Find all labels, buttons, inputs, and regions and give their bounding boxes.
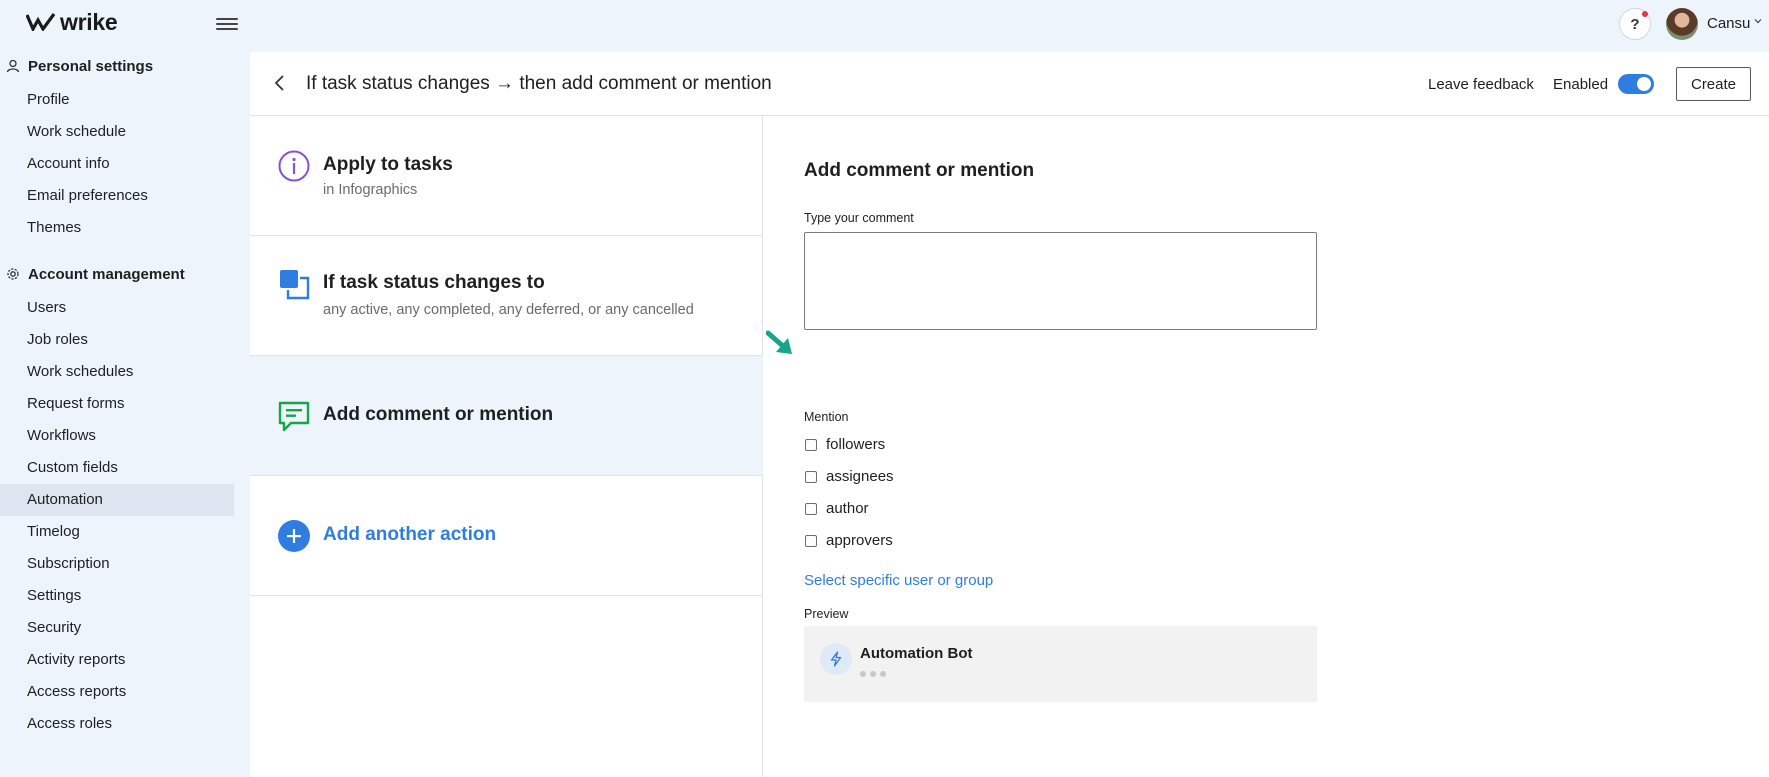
sidebar-item-automation[interactable]: Automation bbox=[0, 484, 234, 516]
sidebar-item-account-info[interactable]: Account info bbox=[0, 148, 234, 180]
detail-title: Add comment or mention bbox=[804, 160, 1035, 181]
sidebar: Personal settings Profile Work schedule … bbox=[0, 52, 250, 777]
page-header: If task status changes → then add commen… bbox=[250, 52, 1769, 116]
sidebar-item-settings[interactable]: Settings bbox=[0, 580, 234, 612]
sidebar-item-access-roles[interactable]: Access roles bbox=[0, 708, 234, 740]
sidebar-item-activity-reports[interactable]: Activity reports bbox=[0, 644, 234, 676]
status-change-icon bbox=[280, 270, 310, 300]
sidebar-item-timelog[interactable]: Timelog bbox=[0, 516, 234, 548]
checkbox[interactable] bbox=[805, 534, 817, 547]
help-button[interactable]: ? bbox=[1619, 8, 1651, 40]
personal-settings-label: Personal settings bbox=[28, 58, 154, 75]
checkbox[interactable] bbox=[805, 438, 817, 451]
sidebar-item-themes[interactable]: Themes bbox=[0, 212, 234, 244]
info-icon bbox=[278, 150, 310, 182]
automation-steps: Apply to tasks in Infographics If task s… bbox=[250, 116, 763, 777]
plus-circle-icon bbox=[278, 520, 310, 552]
add-another-action-button[interactable]: Add another action bbox=[250, 476, 763, 596]
step-subtitle: in Infographics bbox=[323, 182, 418, 198]
user-icon bbox=[6, 59, 22, 75]
arrow-pointer-icon bbox=[766, 330, 792, 354]
mention-followers-checkbox[interactable]: followers bbox=[804, 436, 885, 453]
step-title: Add another action bbox=[323, 524, 497, 545]
top-bar: wrike ? Cansu bbox=[0, 0, 1769, 52]
chevron-down-icon[interactable] bbox=[1754, 17, 1762, 25]
leave-feedback-link[interactable]: Leave feedback bbox=[1428, 76, 1534, 93]
typing-indicator bbox=[860, 671, 890, 677]
gear-icon bbox=[6, 267, 22, 283]
comment-preview: Automation Bot bbox=[804, 626, 1317, 702]
comment-label: Type your comment bbox=[804, 211, 914, 225]
mention-approvers-checkbox[interactable]: approvers bbox=[804, 532, 893, 549]
user-name[interactable]: Cansu bbox=[1707, 15, 1750, 32]
bot-name: Automation Bot bbox=[860, 645, 973, 662]
enabled-label: Enabled bbox=[1553, 76, 1609, 93]
action-detail-panel: Add comment or mention Type your comment… bbox=[764, 116, 1769, 777]
sidebar-item-email-preferences[interactable]: Email preferences bbox=[0, 180, 234, 212]
avatar[interactable] bbox=[1666, 8, 1698, 40]
checkbox[interactable] bbox=[805, 470, 817, 483]
sidebar-item-workflows[interactable]: Workflows bbox=[0, 420, 234, 452]
wrike-logo[interactable]: wrike bbox=[26, 8, 118, 35]
toggle-knob bbox=[1637, 77, 1651, 91]
back-arrow-icon[interactable] bbox=[272, 74, 288, 92]
sidebar-item-profile[interactable]: Profile bbox=[0, 84, 234, 116]
checkbox-label: assignees bbox=[826, 468, 894, 485]
step-apply-to-tasks[interactable]: Apply to tasks in Infographics bbox=[250, 116, 763, 236]
step-title: If task status changes to bbox=[323, 272, 545, 293]
checkbox[interactable] bbox=[805, 502, 817, 515]
sidebar-item-security[interactable]: Security bbox=[0, 612, 234, 644]
comment-icon bbox=[278, 401, 310, 432]
preview-label: Preview bbox=[804, 607, 849, 621]
account-management-label: Account management bbox=[28, 266, 185, 283]
step-trigger-status-change[interactable]: If task status changes to any active, an… bbox=[250, 236, 763, 356]
checkbox-label: approvers bbox=[826, 532, 893, 549]
page-title: If task status changes → then add commen… bbox=[306, 73, 772, 94]
create-button[interactable]: Create bbox=[1676, 67, 1751, 101]
checkbox-label: followers bbox=[826, 436, 886, 453]
sidebar-item-work-schedules[interactable]: Work schedules bbox=[0, 356, 234, 388]
select-user-or-group-link[interactable]: Select specific user or group bbox=[804, 572, 993, 589]
step-title: Add comment or mention bbox=[323, 404, 554, 425]
comment-textarea[interactable] bbox=[804, 232, 1317, 330]
sidebar-item-custom-fields[interactable]: Custom fields bbox=[0, 452, 234, 484]
sidebar-item-access-reports[interactable]: Access reports bbox=[0, 676, 234, 708]
enabled-toggle[interactable] bbox=[1618, 74, 1654, 94]
sidebar-item-request-forms[interactable]: Request forms bbox=[0, 388, 234, 420]
menu-toggle-icon[interactable] bbox=[216, 15, 238, 33]
lightning-icon bbox=[830, 651, 842, 667]
wrike-check-icon bbox=[26, 13, 56, 31]
mention-label: Mention bbox=[804, 410, 849, 424]
sidebar-item-job-roles[interactable]: Job roles bbox=[0, 324, 234, 356]
step-add-comment[interactable]: Add comment or mention bbox=[250, 356, 763, 476]
logo-text: wrike bbox=[60, 8, 118, 35]
mention-assignees-checkbox[interactable]: assignees bbox=[804, 468, 894, 485]
sidebar-item-users[interactable]: Users bbox=[0, 292, 234, 324]
sidebar-item-subscription[interactable]: Subscription bbox=[0, 548, 234, 580]
account-management-heading: Account management bbox=[6, 266, 185, 283]
main-content: If task status changes → then add commen… bbox=[250, 52, 1769, 777]
step-title: Apply to tasks bbox=[323, 154, 453, 175]
step-subtitle: any active, any completed, any deferred,… bbox=[323, 302, 694, 318]
sidebar-item-work-schedule[interactable]: Work schedule bbox=[0, 116, 234, 148]
bot-avatar bbox=[820, 643, 852, 675]
notification-dot bbox=[1642, 11, 1648, 17]
personal-settings-heading: Personal settings bbox=[6, 58, 153, 75]
checkbox-label: author bbox=[826, 500, 869, 517]
mention-author-checkbox[interactable]: author bbox=[804, 500, 869, 517]
